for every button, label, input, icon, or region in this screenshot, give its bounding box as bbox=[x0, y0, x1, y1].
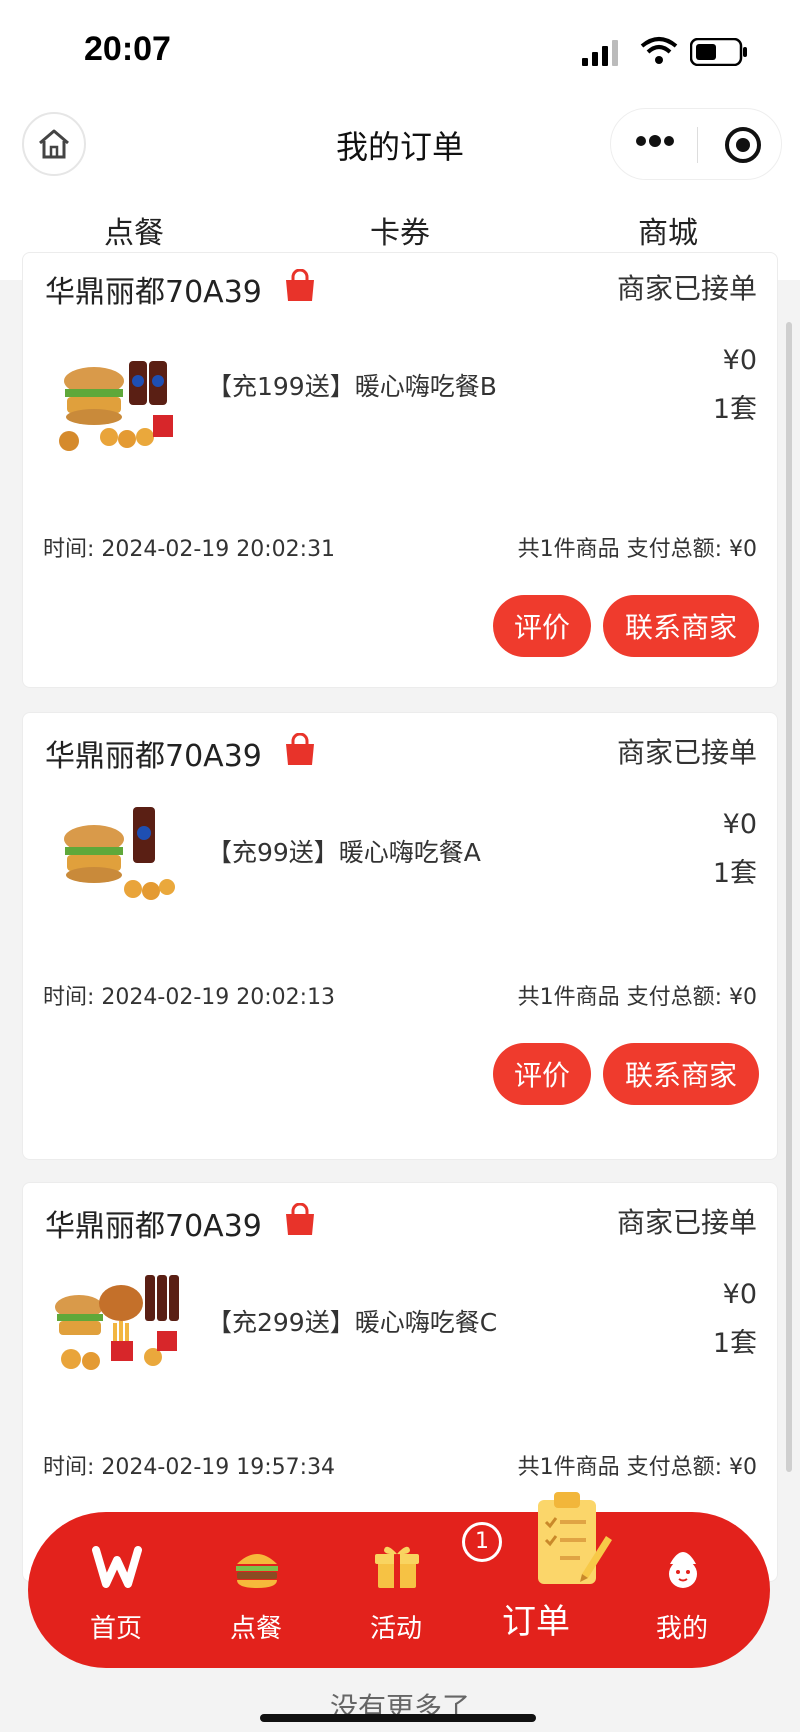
mini-program-capsule bbox=[610, 108, 782, 180]
meal-c-image bbox=[55, 1275, 179, 1370]
status-time: 20:07 bbox=[84, 30, 171, 68]
order-status: 商家已接单 bbox=[616, 736, 757, 769]
order-summary: 共1件商品 支付总额: ¥0 bbox=[517, 1455, 757, 1480]
order-document-icon bbox=[538, 1492, 612, 1584]
nav-label: 首页 bbox=[89, 1614, 142, 1644]
order-summary: 共1件商品 支付总额: ¥0 bbox=[517, 537, 757, 562]
product-price: ¥0 bbox=[722, 1279, 757, 1310]
contact-merchant-button[interactable]: 联系商家 bbox=[603, 1043, 759, 1105]
meal-b-image bbox=[59, 361, 173, 451]
contact-merchant-button[interactable]: 联系商家 bbox=[603, 595, 759, 657]
product-price: ¥0 bbox=[722, 809, 757, 840]
wifi-icon bbox=[640, 37, 678, 64]
store-name[interactable]: 华鼎丽都70A39 bbox=[45, 731, 262, 775]
store-name[interactable]: 华鼎丽都70A39 bbox=[45, 267, 262, 311]
order-time: 时间: 2024-02-19 20:02:31 bbox=[43, 537, 336, 562]
order-status: 商家已接单 bbox=[616, 1206, 757, 1239]
nav-mine[interactable]: 我的 bbox=[622, 1512, 742, 1668]
order-time: 时间: 2024-02-19 19:57:34 bbox=[43, 1455, 336, 1480]
mascot-icon bbox=[669, 1552, 697, 1588]
product-name[interactable]: 【充99送】暖心嗨吃餐A bbox=[207, 833, 481, 869]
nav-order-food[interactable]: 点餐 bbox=[196, 1512, 316, 1668]
store-name[interactable]: 华鼎丽都70A39 bbox=[45, 1201, 262, 1245]
shopping-bag-icon bbox=[286, 269, 314, 301]
nav-label: 点餐 bbox=[229, 1614, 282, 1644]
brand-w-icon bbox=[92, 1546, 142, 1588]
battery-icon bbox=[690, 38, 747, 66]
nav-label: 订单 bbox=[502, 1602, 570, 1642]
product-name[interactable]: 【充299送】暖心嗨吃餐C bbox=[207, 1303, 497, 1339]
order-summary: 共1件商品 支付总额: ¥0 bbox=[517, 985, 757, 1010]
shopping-bag-icon bbox=[286, 1203, 314, 1235]
nav-activity[interactable]: 活动 bbox=[336, 1512, 456, 1668]
order-status: 商家已接单 bbox=[616, 272, 757, 305]
burger-icon bbox=[236, 1554, 278, 1588]
tab-order-food[interactable]: 点餐 bbox=[54, 208, 214, 252]
meal-a-image bbox=[64, 807, 175, 900]
nav-label: 活动 bbox=[369, 1614, 422, 1644]
close-mini-program-icon[interactable] bbox=[723, 125, 763, 165]
nav-label: 我的 bbox=[655, 1614, 708, 1644]
capsule-divider bbox=[697, 127, 698, 163]
signal-icon bbox=[582, 40, 618, 66]
review-button[interactable]: 评价 bbox=[493, 1043, 591, 1105]
scrollbar[interactable] bbox=[786, 322, 792, 1472]
status-bar: 20:07 bbox=[0, 0, 800, 100]
product-quantity: 1套 bbox=[712, 1328, 757, 1359]
product-price: ¥0 bbox=[722, 345, 757, 376]
review-button[interactable]: 评价 bbox=[493, 595, 591, 657]
order-time: 时间: 2024-02-19 20:02:13 bbox=[43, 985, 336, 1010]
tab-mall[interactable]: 商城 bbox=[588, 208, 748, 252]
nav-home[interactable]: 首页 bbox=[56, 1512, 176, 1668]
product-name[interactable]: 【充199送】暖心嗨吃餐B bbox=[207, 367, 497, 403]
order-card: 华鼎丽都70A39 商家已接单 【充199送】暖心嗨吃餐B ¥0 1套 时间: … bbox=[22, 252, 778, 688]
bottom-nav: 首页 点餐 活动 1 订单 我的 bbox=[28, 1492, 770, 1668]
product-quantity: 1套 bbox=[712, 858, 757, 889]
home-indicator[interactable] bbox=[260, 1714, 536, 1722]
tab-coupons[interactable]: 卡券 bbox=[320, 208, 480, 252]
shopping-bag-icon bbox=[286, 733, 314, 765]
more-icon[interactable] bbox=[635, 133, 675, 149]
product-quantity: 1套 bbox=[712, 394, 757, 425]
gift-icon bbox=[375, 1546, 419, 1588]
order-card: 华鼎丽都70A39 商家已接单 【充99送】暖心嗨吃餐A ¥0 1套 时间: 2… bbox=[22, 712, 778, 1160]
